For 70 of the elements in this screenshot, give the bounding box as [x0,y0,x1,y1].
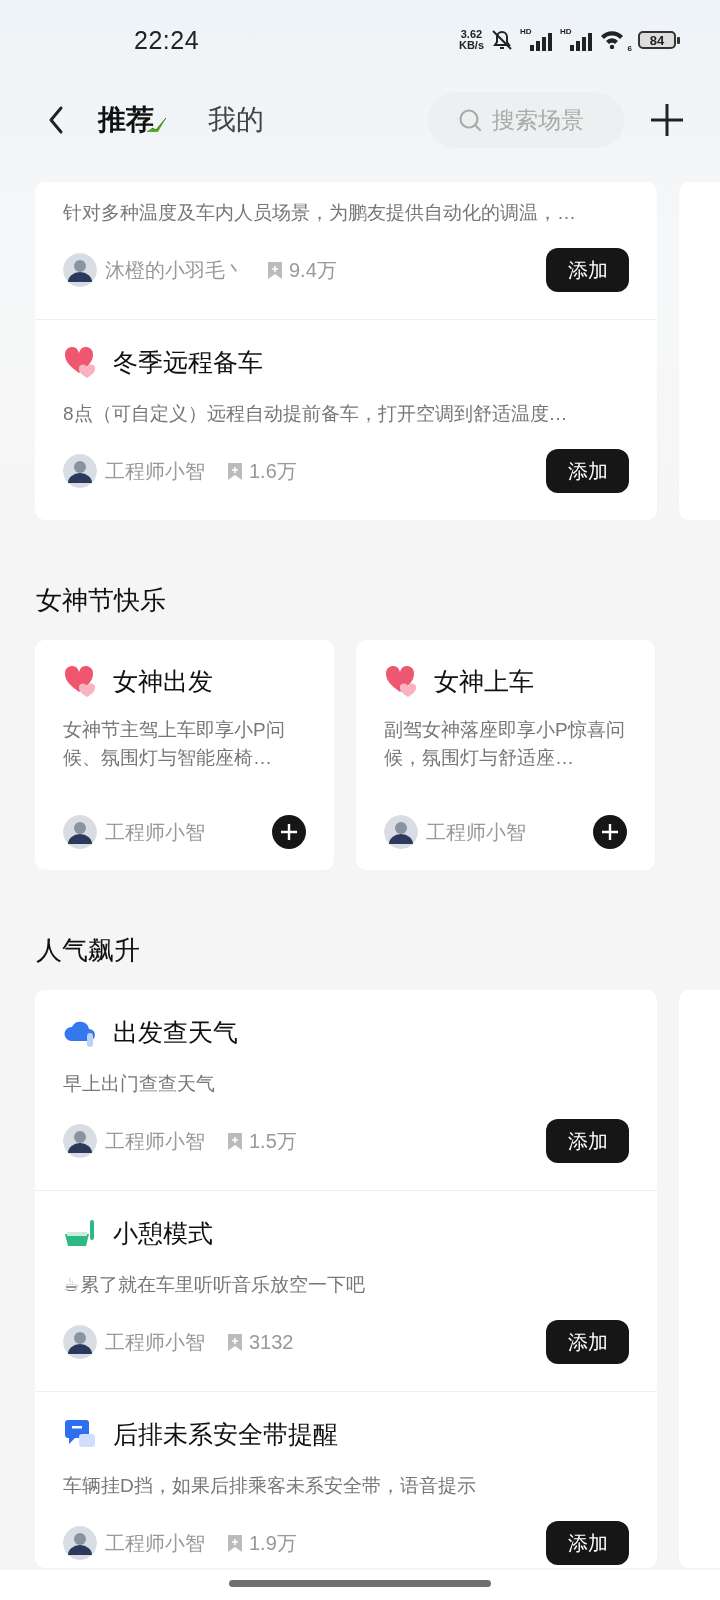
scene-card[interactable]: 女神出发 女神节主驾上车即享小P问候、氛围灯与智能座椅… 工程师小智 [35,640,334,870]
author-name: 工程师小智 [105,1128,205,1154]
bookmark-icon [267,260,283,280]
add-button[interactable] [650,103,684,137]
avatar-icon [384,815,418,849]
save-count: 1.9万 [249,1530,297,1556]
scene-description: 8点（可自定义）远程自动提前备车，打开空调到舒适温度… [63,402,569,426]
add-button[interactable] [272,815,306,849]
avatar-icon [63,1325,97,1359]
tab[interactable]: 我的 [208,102,264,138]
heart-icon [63,345,97,379]
heart-icon [63,664,97,698]
plus-icon [593,815,627,849]
add-button[interactable]: 添加 [546,1119,629,1163]
heart-icon [384,664,418,698]
scene-description: 早上出门查查天气 [63,1072,216,1096]
signal-icon [530,31,552,51]
scene-title: 后排未系安全带提醒 [113,1418,338,1450]
scene-card[interactable]: 女神上车 副驾女神落座即享小P惊喜问候，氛围灯与舒适座… 工程师小智 [356,640,655,870]
save-count: 3132 [249,1330,294,1354]
plus-icon [650,103,684,137]
home-indicator[interactable] [229,1579,491,1587]
signal-label: HD [560,27,572,36]
author-name: 工程师小智 [105,458,205,484]
scene-card[interactable]: 出发查天气 早上出门查查天气 工程师小智 1.5万 添加 小憩模式 ☕累了就在车里听听音乐放空一下吧 工程师小智 3132 添加 后排未系安全带提醒 车辆挂D挡，如果后排乘客未系安全带，语音提示 工程师小智 1.9万 添加 [35,990,657,1568]
save-count: 1.6万 [249,458,297,484]
scene-title: 冬季远程备车 [113,346,263,378]
clock-time: 22:24 [134,25,200,55]
avatar-icon [63,1526,97,1560]
search-field[interactable]: 搜索场景 [428,92,624,148]
author-name: 工程师小智 [105,1530,205,1556]
scene-title: 女神出发 [113,665,213,697]
scene-title: 出发查天气 [113,1016,238,1048]
scene-description: 车辆挂D挡，如果后排乘客未系安全带，语音提示 [63,1474,477,1498]
bookmark-icon [227,1332,243,1352]
network-speed: 3.62 KB/s [458,29,484,51]
signal-icon [570,31,592,51]
wifi-label: 6 [627,44,632,53]
avatar-icon [63,454,97,488]
avatar-icon [63,253,97,287]
plus-icon [272,815,306,849]
tab[interactable]: 推荐 [98,102,168,138]
add-button[interactable]: 添加 [546,1521,629,1565]
scene-title: 女神上车 [434,665,534,697]
avatar-icon [63,815,97,849]
scene-description: ☕累了就在车里听听音乐放空一下吧 [63,1273,367,1297]
avatar-icon [63,1124,97,1158]
add-button[interactable] [593,815,627,849]
section-title: 女神节快乐 [36,584,167,617]
section-title: 人气飙升 [36,934,141,967]
author-name: 工程师小智 [105,819,205,845]
bookmark-icon [227,461,243,481]
author-name: 工程师小智 [426,819,526,845]
add-button[interactable]: 添加 [546,449,629,493]
author-name: 沐橙的小羽毛丶 [105,257,245,283]
scene-description: 副驾女神落座即享小P惊喜问候，氛围灯与舒适座… [384,718,626,770]
scene-description: 女神节主驾上车即享小P问候、氛围灯与智能座椅… [63,718,286,770]
bookmark-icon [227,1131,243,1151]
add-button[interactable]: 添加 [546,248,629,292]
scene-title: 小憩模式 [113,1217,213,1249]
wifi-icon [600,29,624,49]
search-icon [458,108,482,132]
save-count: 9.4万 [289,257,337,283]
signal-label: HD [520,27,532,36]
add-button[interactable]: 添加 [546,1320,629,1364]
scene-description: 针对多种温度及车内人员场景，为鹏友提供自动化的调温，… [63,201,577,225]
author-name: 工程师小智 [105,1329,205,1355]
scene-card[interactable]: 针对多种温度及车内人员场景，为鹏友提供自动化的调温，… 沐橙的小羽毛丶 9.4万 添加 冬季远程备车 8点（可自定义）远程自动提前备车，打开空调到舒适温度… 工程师小智 1.6万 添加 [35,182,657,520]
save-count: 1.5万 [249,1128,297,1154]
bookmark-icon [227,1533,243,1553]
